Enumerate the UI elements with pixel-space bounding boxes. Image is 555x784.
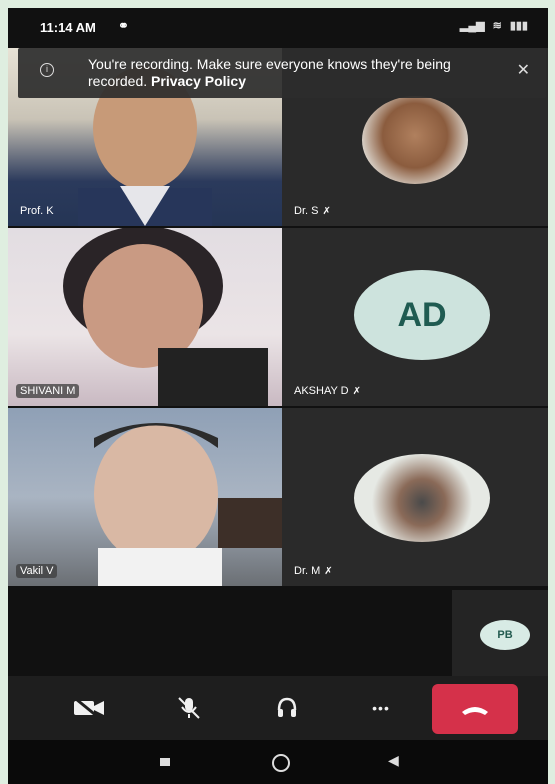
mic-off-icon: ✗ xyxy=(322,206,331,217)
camera-off-icon xyxy=(74,697,104,719)
camera-toggle-button[interactable] xyxy=(64,690,114,726)
mic-toggle-button[interactable] xyxy=(164,690,214,726)
wifi-icon: ≋ xyxy=(492,20,502,32)
participant-initials: AD xyxy=(354,270,490,360)
status-time: 11:14 AM xyxy=(40,20,96,35)
participant-name: Vakil V xyxy=(16,564,58,578)
back-icon[interactable]: ◀ xyxy=(388,752,399,769)
more-options-button[interactable]: ••• xyxy=(356,690,406,726)
headphones-icon: ⚭ xyxy=(118,18,129,33)
android-nav-bar: ◀ xyxy=(8,740,548,784)
participant-video xyxy=(94,423,282,586)
mic-off-icon xyxy=(178,697,200,719)
recents-icon[interactable] xyxy=(160,758,170,766)
self-tile[interactable]: PB xyxy=(452,590,548,676)
status-bar: 11:14 AM ⚭ ▂▄▆ ≋ ▮▮▮ xyxy=(8,8,548,42)
more-icon: ••• xyxy=(372,700,390,716)
info-icon: i xyxy=(40,63,54,77)
mic-off-icon: ✗ xyxy=(324,566,333,577)
participant-name: Dr. M ✗ xyxy=(294,565,333,577)
participant-tile[interactable]: AD AKSHAY D ✗ xyxy=(282,228,548,406)
audio-output-button[interactable] xyxy=(262,690,312,726)
self-initials: PB xyxy=(480,620,530,650)
end-call-icon xyxy=(462,707,488,715)
headset-icon xyxy=(277,697,297,717)
participant-name: Dr. S ✗ xyxy=(294,205,331,217)
participant-name: AKSHAY D ✗ xyxy=(294,385,362,397)
participant-avatar xyxy=(354,454,490,542)
status-icons: ▂▄▆ ≋ ▮▮▮ xyxy=(460,19,528,32)
close-icon[interactable]: ✕ xyxy=(517,60,530,80)
participant-tile[interactable]: Dr. M ✗ xyxy=(282,408,548,586)
participant-avatar xyxy=(362,96,468,184)
participant-name: Prof. K xyxy=(20,205,54,217)
mic-off-icon: ✗ xyxy=(352,386,362,397)
battery-icon: ▮▮▮ xyxy=(509,20,528,32)
participant-tile[interactable]: SHIVANI M xyxy=(8,228,282,406)
end-call-button[interactable] xyxy=(432,684,518,734)
recording-message: You're recording. Make sure everyone kno… xyxy=(88,56,451,89)
participant-video xyxy=(63,228,268,406)
recording-banner: i You're recording. Make sure everyone k… xyxy=(18,48,546,98)
privacy-policy-link[interactable]: Privacy Policy xyxy=(151,73,246,89)
participant-tile[interactable]: Vakil V xyxy=(8,408,282,586)
home-icon[interactable] xyxy=(272,754,290,772)
signal-icon: ▂▄▆ xyxy=(459,20,485,32)
phone-screen: 11:14 AM ⚭ ▂▄▆ ≋ ▮▮▮ Prof. K Dr. S ✗ SHI… xyxy=(8,8,548,784)
participant-name: SHIVANI M xyxy=(16,384,80,398)
call-controls: ••• xyxy=(8,676,548,740)
